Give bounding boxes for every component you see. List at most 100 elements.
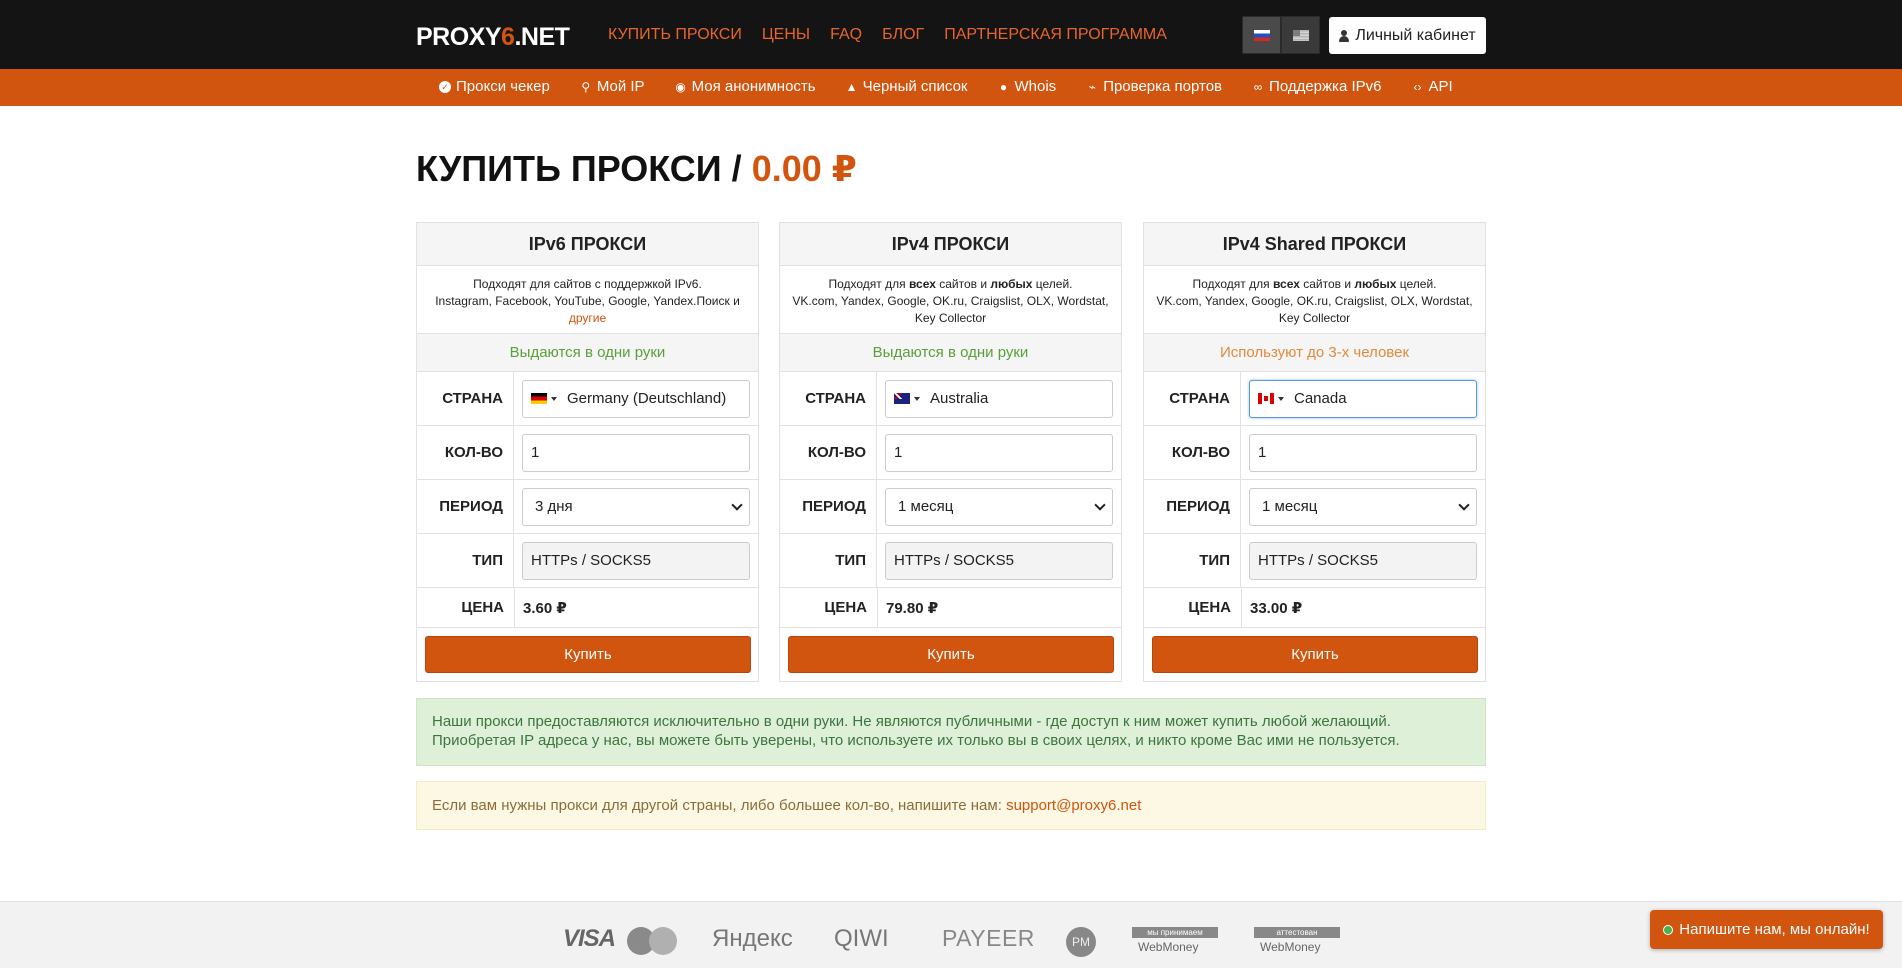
qty-input[interactable]: 1 xyxy=(522,433,750,472)
usa-flag-icon xyxy=(1292,29,1309,41)
yandex-money-logo: Яндекс xyxy=(712,925,793,952)
nav-partner-program[interactable]: ПАРТНЕРСКАЯ ПРОГРАММА xyxy=(944,26,1167,44)
tool-my-ip[interactable]: ⚲ Мой IP xyxy=(580,78,644,95)
card-title: IPv6 ПРОКСИ xyxy=(417,223,758,266)
buy-button[interactable]: Купить xyxy=(425,636,751,673)
lang-en-button[interactable] xyxy=(1281,16,1320,54)
qty-label: КОЛ-ВО xyxy=(780,426,877,479)
qty-row: КОЛ-ВО 1 xyxy=(1144,426,1485,480)
globe-icon: ● xyxy=(999,79,1008,94)
type-label: ТИП xyxy=(1144,534,1241,587)
tool-whois[interactable]: ● Whois xyxy=(998,78,1056,95)
type-label: ТИП xyxy=(417,534,514,587)
tool-proxy-checker[interactable]: ✓ Прокси чекер xyxy=(439,78,550,95)
period-row: ПЕРИОД 1 месяц xyxy=(780,480,1121,534)
tool-api[interactable]: ‹› API xyxy=(1411,78,1452,95)
period-label: ПЕРИОД xyxy=(1144,480,1241,533)
card-title: IPv4 Shared ПРОКСИ xyxy=(1144,223,1485,266)
country-input[interactable]: Germany (Deutschland) xyxy=(522,379,750,418)
price-label: ЦЕНА xyxy=(417,588,515,627)
webmoney-accept-badge: мы принимаем WebMoney xyxy=(1132,927,1218,957)
country-row: СТРАНА Australia xyxy=(780,372,1121,426)
nav-buy-proxy[interactable]: КУПИТЬ ПРОКСИ xyxy=(608,26,742,44)
qty-input[interactable]: 1 xyxy=(1249,433,1477,472)
language-switcher xyxy=(1242,16,1320,54)
period-label: ПЕРИОД xyxy=(417,480,514,533)
card-description: Подходят для всех сайтов и любых целей. … xyxy=(1144,266,1485,334)
country-label: СТРАНА xyxy=(780,372,877,425)
price-value: 3.60 ₽ xyxy=(523,599,567,617)
ipv6-proxy-card: IPv6 ПРОКСИ Подходят для сайтов с поддер… xyxy=(416,222,759,682)
period-select[interactable]: 1 месяц xyxy=(1249,487,1477,526)
ipv4-proxy-card: IPv4 ПРОКСИ Подходят для всех сайтов и л… xyxy=(779,222,1122,682)
main-nav: КУПИТЬ ПРОКСИ ЦЕНЫ FAQ БЛОГ ПАРТНЕРСКАЯ … xyxy=(608,26,1167,44)
tool-my-anonymity[interactable]: ◉ Моя анонимность xyxy=(675,78,815,95)
chat-widget-button[interactable]: Напишите нам, мы онлайн! xyxy=(1650,910,1883,949)
chevron-down-icon xyxy=(731,498,743,511)
nav-prices[interactable]: ЦЕНЫ xyxy=(762,26,810,44)
caret-down-icon xyxy=(1278,396,1284,401)
nav-faq[interactable]: FAQ xyxy=(830,26,862,44)
tool-blacklist[interactable]: ▲ Черный список xyxy=(846,78,968,95)
type-row: ТИП HTTPs / SOCKS5 xyxy=(417,534,758,588)
tool-ipv6-support[interactable]: ∞ Поддержка IPv6 xyxy=(1252,78,1382,95)
plug-icon: ⌁ xyxy=(1088,79,1096,94)
country-label: СТРАНА xyxy=(417,372,514,425)
buy-button[interactable]: Купить xyxy=(1152,636,1478,673)
qty-row: КОЛ-ВО 1 xyxy=(780,426,1121,480)
support-email-link[interactable]: support@proxy6.net xyxy=(1006,797,1141,814)
country-flag-dropdown[interactable] xyxy=(1258,393,1284,404)
eye-icon: ◉ xyxy=(675,79,686,94)
qty-row: КОЛ-ВО 1 xyxy=(417,426,758,480)
card-note: Используют до 3-х человек xyxy=(1144,334,1485,372)
others-link[interactable]: другие xyxy=(569,311,606,325)
tool-port-check[interactable]: ⌁ Проверка портов xyxy=(1086,78,1222,95)
personal-cabinet-button[interactable]: Личный кабинет xyxy=(1329,17,1486,54)
type-row: ТИП HTTPs / SOCKS5 xyxy=(1144,534,1485,588)
country-row: СТРАНА Germany (Deutschland) xyxy=(417,372,758,426)
period-select[interactable]: 1 месяц xyxy=(885,487,1113,526)
card-title: IPv4 ПРОКСИ xyxy=(780,223,1121,266)
lang-ru-button[interactable] xyxy=(1242,16,1281,54)
buy-button[interactable]: Купить xyxy=(788,636,1114,673)
chevron-down-icon xyxy=(1094,498,1106,511)
contact-alert: Если вам нужны прокси для другой страны,… xyxy=(416,781,1486,830)
top-navbar: PROXY6.NET КУПИТЬ ПРОКСИ ЦЕНЫ FAQ БЛОГ П… xyxy=(0,0,1902,69)
country-input[interactable]: Australia xyxy=(885,379,1113,418)
card-description: Подходят для сайтов с поддержкой IPv6. I… xyxy=(417,266,758,334)
visa-logo: VISA xyxy=(563,925,616,952)
country-flag-dropdown[interactable] xyxy=(894,393,920,404)
period-select[interactable]: 3 дня xyxy=(522,487,750,526)
card-note: Выдаются в одни руки xyxy=(780,334,1121,372)
price-label: ЦЕНА xyxy=(1144,588,1242,627)
price-label: ЦЕНА xyxy=(780,588,878,627)
ipv4-shared-proxy-card: IPv4 Shared ПРОКСИ Подходят для всех сай… xyxy=(1143,222,1486,682)
payeer-logo: PAYEER xyxy=(942,925,1035,951)
period-row: ПЕРИОД 1 месяц xyxy=(1144,480,1485,534)
total-price: 0.00 ₽ xyxy=(751,148,857,189)
type-field: HTTPs / SOCKS5 xyxy=(1249,541,1477,580)
type-row: ТИП HTTPs / SOCKS5 xyxy=(780,534,1121,588)
map-marker-icon: ⚲ xyxy=(581,79,591,94)
qty-input[interactable]: 1 xyxy=(885,433,1113,472)
type-field: HTTPs / SOCKS5 xyxy=(885,541,1113,580)
nav-blog[interactable]: БЛОГ xyxy=(882,26,924,44)
card-description: Подходят для всех сайтов и любых целей. … xyxy=(780,266,1121,334)
mastercard-logo xyxy=(627,927,681,957)
page-title: КУПИТЬ ПРОКСИ / 0.00 ₽ xyxy=(416,148,857,189)
price-row: ЦЕНА 3.60 ₽ xyxy=(417,588,758,628)
qty-label: КОЛ-ВО xyxy=(417,426,514,479)
type-field: HTTPs / SOCKS5 xyxy=(522,541,750,580)
webmoney-attested-badge[interactable]: аттестован WebMoney xyxy=(1254,927,1340,957)
country-input[interactable]: Canada xyxy=(1249,379,1477,418)
perfect-money-logo: PM xyxy=(1066,927,1096,957)
tools-nav: ✓ Прокси чекер ⚲ Мой IP ◉ Моя анонимность ▲… xyxy=(439,78,1453,95)
chevron-down-icon xyxy=(1458,498,1470,511)
site-logo[interactable]: PROXY6.NET xyxy=(416,23,570,52)
canada-flag-icon xyxy=(1258,393,1274,404)
warning-icon: ▲ xyxy=(845,79,858,94)
period-row: ПЕРИОД 3 дня xyxy=(417,480,758,534)
period-label: ПЕРИОД xyxy=(780,480,877,533)
country-flag-dropdown[interactable] xyxy=(531,393,557,404)
australia-flag-icon xyxy=(894,393,910,404)
